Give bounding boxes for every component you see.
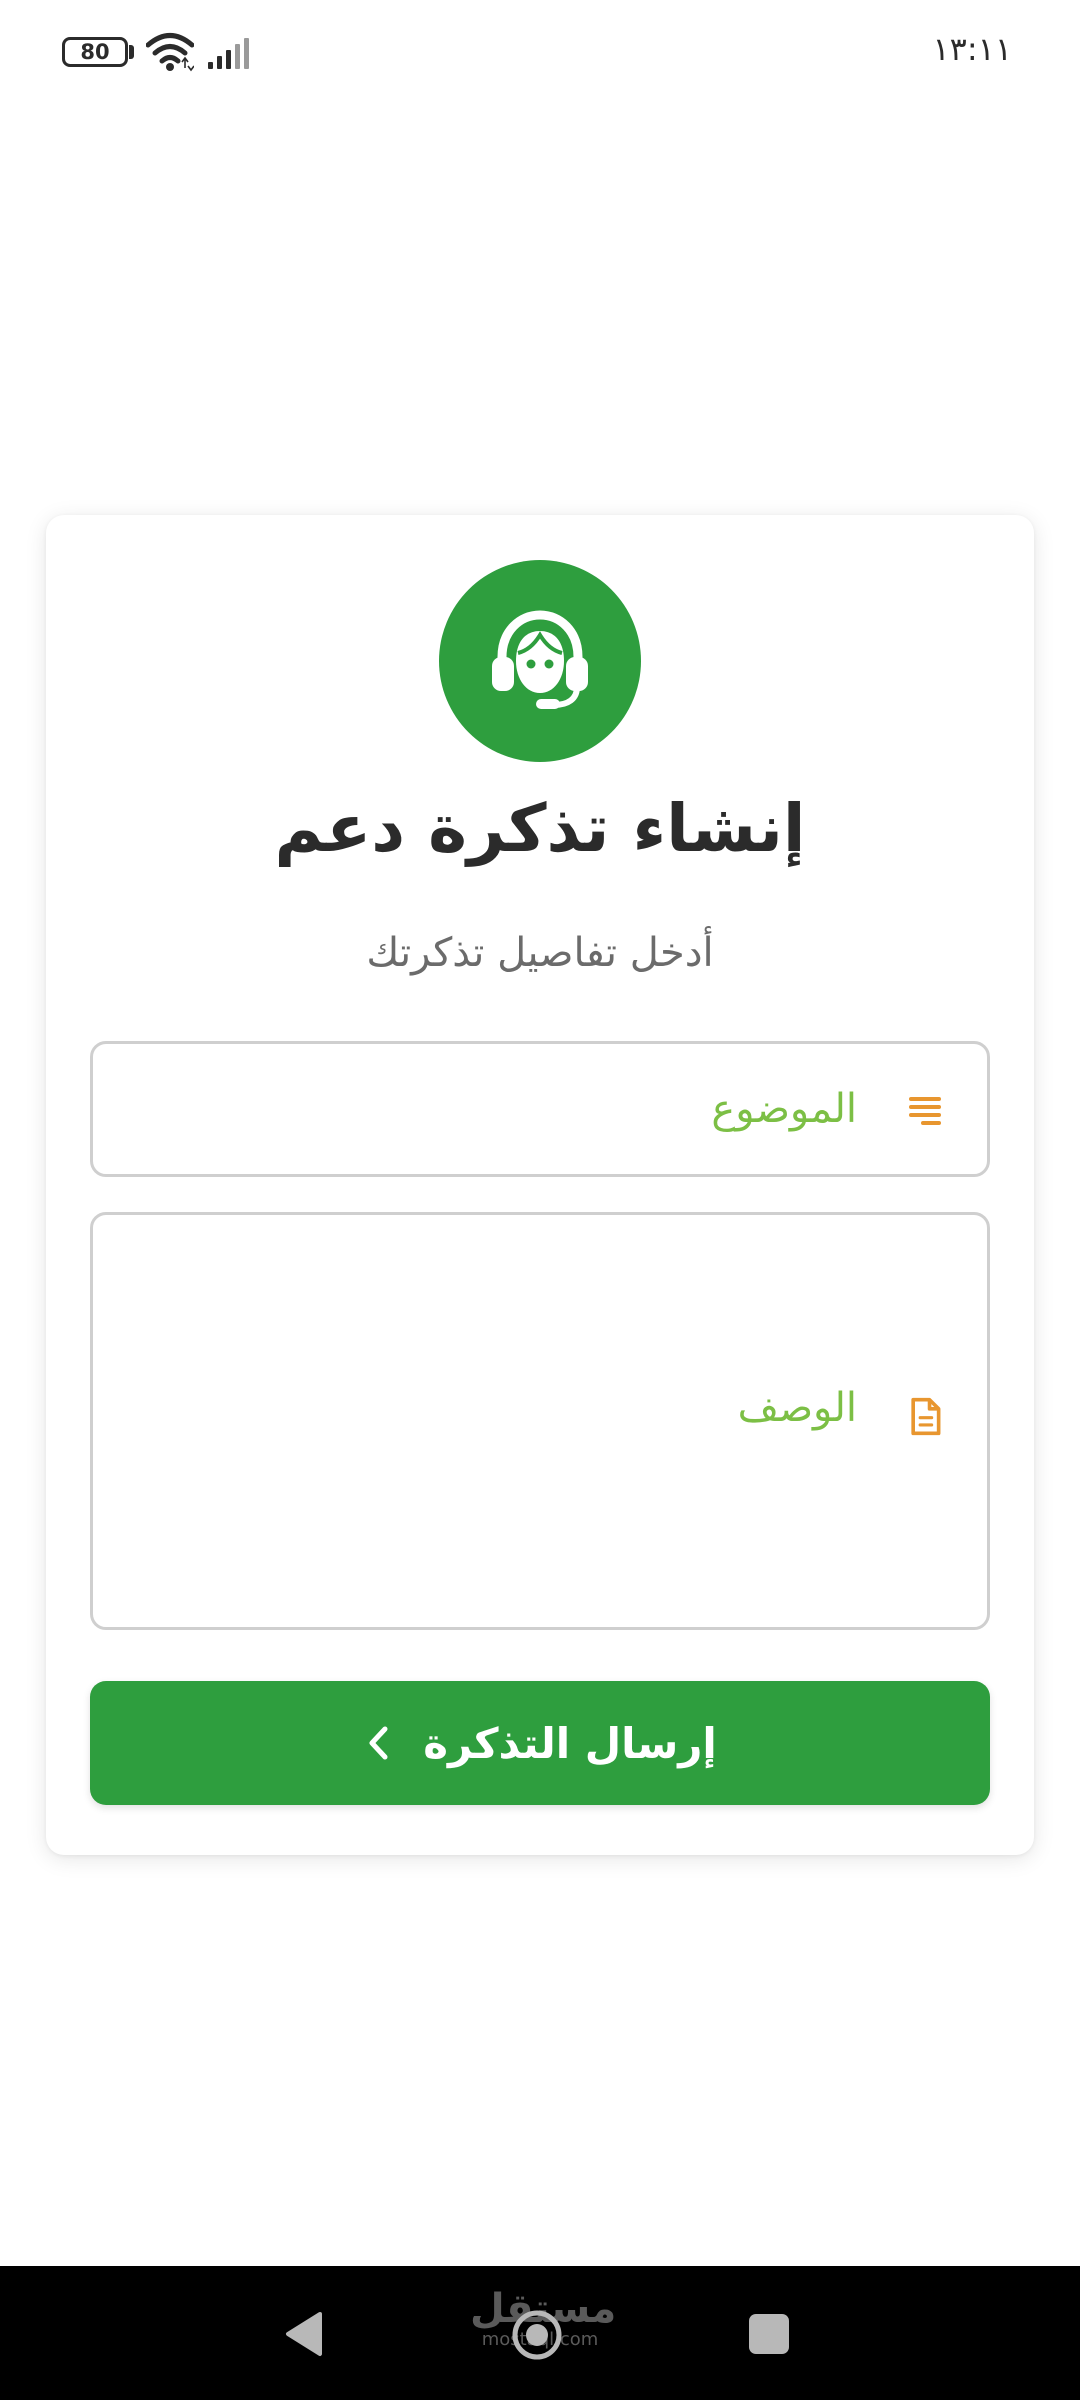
battery-icon: 80 [62, 37, 128, 67]
signal-icon [208, 38, 249, 69]
description-field-container [90, 1212, 990, 1630]
wifi-icon [146, 33, 194, 72]
card-title: إنشاء تذكرة دعم [274, 790, 806, 867]
home-icon[interactable] [510, 2308, 564, 2362]
status-time: ١٣:١١ [932, 30, 1012, 68]
system-nav-bar: مستقل mostaql.com [0, 2266, 1080, 2400]
subject-field-container [90, 1041, 990, 1177]
subject-input[interactable] [93, 1044, 987, 1174]
support-agent-icon [439, 560, 641, 762]
back-icon[interactable] [282, 2310, 324, 2358]
battery-level: 80 [80, 40, 110, 64]
status-bar: 80 ١٣:١١ [0, 0, 1080, 105]
chevron-left-icon [369, 1726, 388, 1760]
card-subtitle: أدخل تفاصيل تذكرتك [366, 930, 714, 976]
description-input[interactable] [93, 1215, 987, 1627]
battery-tip [129, 45, 134, 59]
submit-ticket-button[interactable]: إرسال التذكرة [90, 1681, 990, 1805]
recents-icon[interactable] [749, 2314, 789, 2354]
submit-label: إرسال التذكرة [423, 1718, 717, 1768]
ticket-card: إنشاء تذكرة دعم أدخل تفاصيل تذكرتك إرسال… [46, 515, 1034, 1855]
support-ticket-screen: 80 ١٣:١١ إنشاء تذكرة دعم أدخل تفاصيل تذك… [0, 0, 1080, 2400]
